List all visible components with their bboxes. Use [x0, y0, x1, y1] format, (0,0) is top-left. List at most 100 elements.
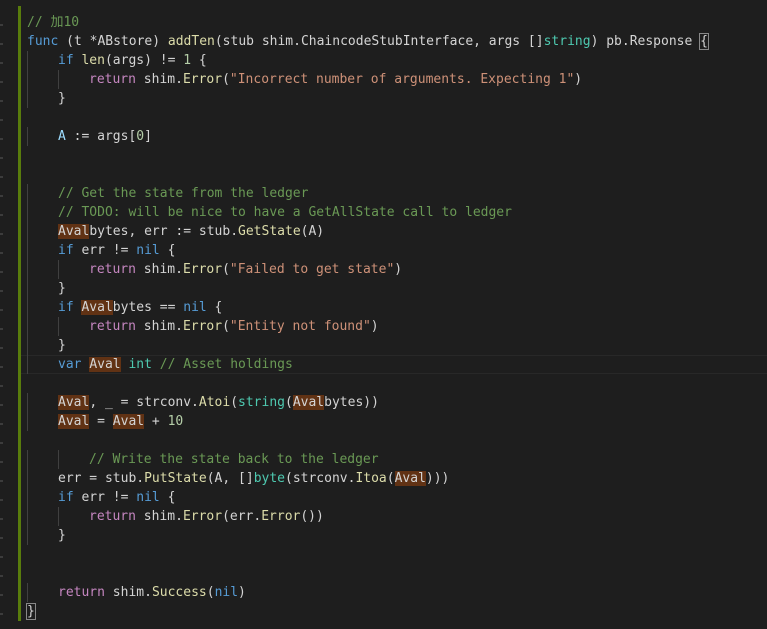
code-token: err = stub. — [58, 471, 145, 486]
gutter-mark — [0, 119, 3, 121]
code-line[interactable]: func (t *ABstore) addTen(stub shim.Chain… — [27, 32, 767, 51]
code-line[interactable]: } — [27, 279, 767, 298]
code-token: Aval — [292, 395, 325, 410]
code-line[interactable]: return shim.Error("Failed to get state") — [27, 260, 767, 279]
code-token: // Write the state back to the ledger — [89, 452, 379, 467]
indent-guide — [27, 203, 28, 222]
gutter-mark — [0, 594, 3, 596]
code-line[interactable]: if err != nil { — [27, 488, 767, 507]
code-token: return — [89, 319, 136, 334]
code-token: return — [58, 585, 105, 600]
code-line-content: // Write the state back to the ledger — [27, 452, 379, 467]
code-token: ) — [238, 585, 246, 600]
code-line[interactable] — [27, 108, 767, 127]
code-line[interactable]: return shim.Error("Incorrect number of a… — [27, 70, 767, 89]
code-token: Error — [261, 509, 301, 524]
code-token: Itoa — [355, 471, 387, 486]
code-line-content: err = stub.PutState(A, []byte(strconv.It… — [27, 471, 449, 486]
indent-guide — [27, 89, 28, 108]
indent-guide — [27, 260, 28, 279]
indent-guide — [27, 393, 28, 412]
code-token: shim. — [104, 585, 152, 600]
code-token: ) — [574, 72, 583, 87]
code-token: if — [58, 243, 74, 258]
code-token: return — [89, 72, 136, 87]
code-line[interactable]: } — [27, 89, 767, 108]
code-token: Success — [151, 585, 207, 600]
code-line[interactable] — [27, 165, 767, 184]
code-token: nil — [136, 490, 160, 505]
code-line[interactable]: } — [27, 526, 767, 545]
code-line[interactable] — [27, 431, 767, 450]
gutter-mark — [0, 347, 3, 349]
gutter-mark — [0, 461, 3, 463]
code-line[interactable]: var Aval int // Asset holdings — [21, 355, 767, 374]
code-editor[interactable]: // 加10 func (t *ABstore) addTen(stub shim… — [0, 0, 767, 629]
code-line[interactable]: // TODO: will be nice to have a GetAllSt… — [27, 203, 767, 222]
code-token: (A) — [300, 224, 325, 239]
code-line-content: } — [27, 338, 66, 353]
code-line[interactable]: return shim.Success(nil) — [27, 583, 767, 602]
code-line[interactable]: if err != nil { — [27, 241, 767, 260]
code-line-content: if err != nil { — [27, 490, 175, 505]
indent-guide — [27, 450, 28, 469]
gutter-mark — [0, 195, 3, 197]
code-token: { — [699, 33, 709, 50]
code-line[interactable]: if len(args) != 1 { — [27, 51, 767, 70]
gutter-mark — [0, 385, 3, 387]
code-token: err != — [73, 490, 137, 505]
code-token: 1 — [183, 53, 192, 68]
code-token: } — [58, 528, 66, 543]
code-token: Aval — [58, 414, 90, 429]
code-token: func — [27, 34, 59, 49]
code-line[interactable]: Aval, _ = strconv.Atoi(string(Avalbytes)… — [27, 393, 767, 412]
indent-guide — [27, 488, 28, 507]
indent-guide — [27, 51, 28, 70]
code-line[interactable]: } — [27, 336, 767, 355]
code-token: ()) — [300, 509, 324, 524]
code-token: shim. — [135, 509, 183, 524]
code-line[interactable]: // Get the state from the ledger — [27, 184, 767, 203]
code-token: string — [238, 395, 285, 410]
code-token: addTen — [167, 34, 215, 49]
code-token: 0 — [136, 129, 145, 144]
code-token: (stub shim.ChaincodeStubInterface, args … — [214, 34, 544, 49]
code-token: len — [81, 53, 105, 68]
indent-guide — [27, 355, 28, 374]
code-token: (err. — [222, 509, 262, 524]
gutter-mark — [0, 24, 3, 26]
code-line[interactable] — [27, 374, 767, 393]
code-token: } — [58, 338, 66, 353]
code-line[interactable] — [27, 545, 767, 564]
code-line-content: // 加10 — [27, 15, 79, 30]
code-token: Error — [182, 262, 223, 277]
code-line[interactable]: return shim.Error(err.Error()) — [27, 507, 767, 526]
code-line[interactable]: if Avalbytes == nil { — [27, 298, 767, 317]
code-line[interactable]: // 加10 — [27, 13, 767, 32]
code-line[interactable]: } — [26, 602, 767, 621]
code-token: byte — [253, 471, 285, 486]
code-line-content: } — [26, 603, 36, 620]
code-line[interactable]: return shim.Error("Entity not found") — [27, 317, 767, 336]
code-area[interactable]: // 加10 func (t *ABstore) addTen(stub shim… — [21, 13, 767, 621]
code-token: (A, [] — [206, 471, 254, 486]
code-line[interactable]: Avalbytes, err := stub.GetState(A) — [27, 222, 767, 241]
code-line-content: } — [27, 281, 66, 296]
gutter-mark — [0, 480, 3, 482]
indent-guide — [27, 336, 28, 355]
code-line[interactable]: Aval = Aval + 10 — [27, 412, 767, 431]
indent-guide — [27, 317, 28, 336]
code-token: // Asset holdings — [159, 357, 293, 372]
code-line-content: return shim.Error(err.Error()) — [27, 509, 324, 524]
gutter-mark — [0, 366, 3, 368]
code-token: (args) != — [104, 53, 184, 68]
code-line-content: Avalbytes, err := stub.GetState(A) — [27, 224, 324, 239]
gutter-mark — [0, 404, 3, 406]
code-line[interactable]: // Write the state back to the ledger — [27, 450, 767, 469]
code-line[interactable]: A := args[0] — [27, 127, 767, 146]
code-line[interactable] — [27, 146, 767, 165]
code-line[interactable]: err = stub.PutState(A, []byte(strconv.It… — [27, 469, 767, 488]
code-token: shim. — [135, 262, 183, 277]
gutter-mark — [0, 100, 3, 102]
code-line[interactable] — [27, 564, 767, 583]
